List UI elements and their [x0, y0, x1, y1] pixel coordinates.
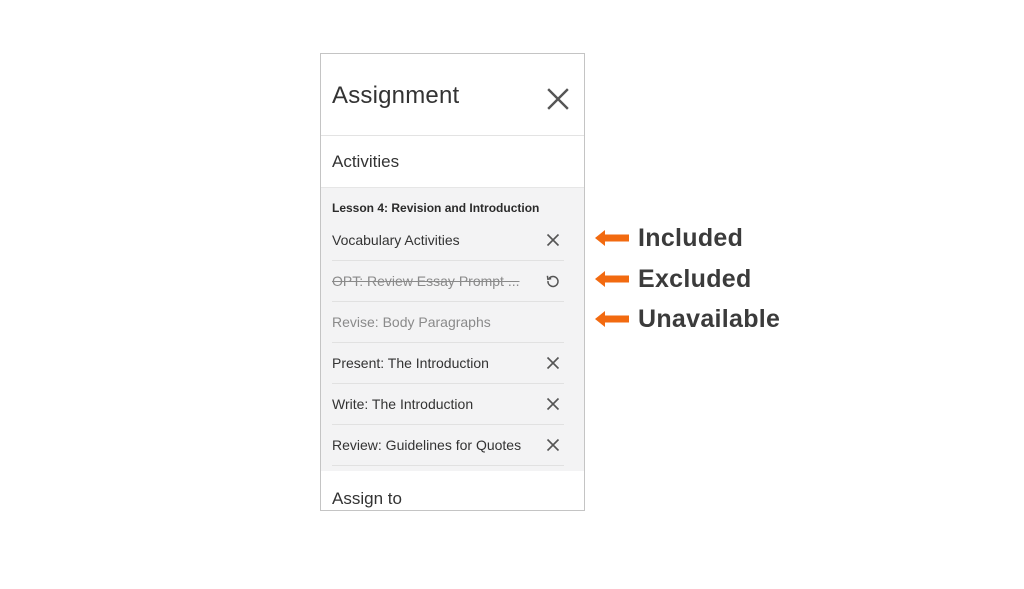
arrow-left-icon: [595, 230, 629, 246]
activities-heading: Activities: [332, 152, 400, 171]
remove-activity-button[interactable]: [546, 438, 560, 452]
callout-label: Excluded: [638, 264, 752, 293]
activity-label: Present: The Introduction: [332, 355, 489, 371]
assignment-panel: Assignment Activities Lesson 4: Revision…: [320, 53, 585, 511]
activity-label: Write: The Introduction: [332, 396, 474, 412]
activity-label: Revise: Body Paragraphs: [332, 314, 491, 330]
callout-included: Included: [595, 223, 744, 252]
assign-to-section[interactable]: Assign to: [321, 471, 584, 510]
close-icon: [546, 438, 560, 452]
arrow-left-icon: [595, 311, 629, 327]
callout-unavailable: Unavailable: [595, 304, 781, 333]
activity-row: Vocabulary Activities: [332, 220, 564, 261]
activities-section-heading: Activities: [321, 136, 584, 188]
restore-icon: [546, 275, 559, 288]
close-button[interactable]: [547, 88, 569, 110]
restore-activity-button[interactable]: [546, 274, 560, 288]
activity-label: OPT: Review Essay Prompt ...: [332, 273, 520, 289]
activity-row: Review: Guidelines for Quotes: [332, 425, 564, 466]
close-icon: [546, 233, 560, 247]
activities-list-area: Lesson 4: Revision and Introduction Voca…: [321, 188, 584, 471]
remove-activity-button[interactable]: [546, 397, 560, 411]
close-icon: [546, 356, 560, 370]
callout-label: Included: [638, 223, 744, 252]
activity-label: Review: Guidelines for Quotes: [332, 437, 522, 453]
activity-row: Present: The Introduction: [332, 343, 564, 384]
panel-title: Assignment: [332, 82, 460, 109]
remove-activity-button[interactable]: [546, 356, 560, 370]
close-icon: [546, 397, 560, 411]
activity-label: Vocabulary Activities: [332, 232, 460, 248]
arrow-left-icon: [595, 271, 629, 287]
activity-row: Revise: Body Paragraphs: [332, 302, 564, 343]
lesson-title: Lesson 4: Revision and Introduction: [332, 201, 540, 215]
callout-label: Unavailable: [638, 304, 781, 333]
activity-row: Write: The Introduction: [332, 384, 564, 425]
activities-list: Vocabulary Activities OPT: Review Essay …: [332, 220, 564, 466]
activity-row: OPT: Review Essay Prompt ...: [332, 261, 564, 302]
remove-activity-button[interactable]: [546, 233, 560, 247]
callout-excluded: Excluded: [595, 264, 752, 293]
close-icon: [547, 88, 569, 110]
assign-to-heading: Assign to: [332, 489, 402, 508]
panel-header: Assignment: [321, 54, 584, 136]
